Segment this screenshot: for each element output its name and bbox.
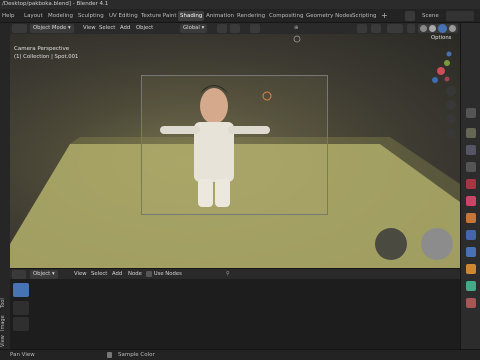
tab-scripting[interactable]: Scripting — [350, 11, 378, 21]
window-title-bar: /Desktop/pakboka.blend] - Blender 4.1 — [0, 0, 480, 9]
object-mode-label: Object Mode — [33, 25, 67, 31]
falloff-icon[interactable]: ⊕ — [294, 24, 298, 33]
tab-compositing[interactable]: Compositing — [267, 11, 305, 21]
sample-color-hint: Sample Color — [118, 352, 155, 358]
pivot-icon[interactable] — [217, 24, 227, 33]
proportional-edit-icon[interactable] — [250, 24, 260, 33]
view-menu[interactable]: View — [74, 270, 87, 279]
tab-sculpting[interactable]: Sculpting — [76, 11, 106, 21]
shader-node-canvas[interactable] — [10, 279, 460, 349]
select-tool-icon[interactable] — [13, 283, 29, 297]
transform-tool-icon[interactable] — [13, 317, 29, 331]
snap-icon[interactable] — [230, 24, 240, 33]
options-dropdown[interactable]: Options — [431, 35, 451, 41]
viewport-header: Object Mode ▾ View Select Add Object Glo… — [10, 23, 460, 34]
scene-icon[interactable] — [405, 11, 415, 21]
annotate-tool-icon[interactable] — [13, 301, 29, 315]
side-tab-image[interactable]: Image — [0, 315, 10, 331]
rendered-shading-icon[interactable] — [449, 25, 456, 32]
add-workspace-icon[interactable]: + — [379, 11, 390, 21]
view-menu[interactable]: View — [83, 24, 96, 33]
collection-info: (1) Collection | Spot.001 — [14, 54, 79, 60]
side-tab-tool[interactable]: Tool — [0, 296, 10, 310]
object-mode-dropdown[interactable]: Object Mode ▾ — [30, 24, 74, 33]
add-menu[interactable]: Add — [112, 270, 122, 279]
status-bar: Pan View Sample Color — [0, 349, 480, 360]
constraint-properties-icon[interactable] — [466, 264, 476, 274]
properties-tab-strip — [460, 23, 480, 360]
tool-properties-icon[interactable] — [466, 108, 476, 118]
tab-shading[interactable]: Shading — [178, 11, 205, 21]
camera-view-icon[interactable] — [446, 114, 456, 124]
use-nodes-toggle[interactable]: Use Nodes — [146, 270, 182, 279]
material-preview-icon[interactable] — [438, 24, 447, 33]
side-tab-view[interactable]: View — [0, 334, 10, 348]
node-editor-side-strip: Tool Image View — [0, 268, 10, 349]
zoom-icon[interactable] — [446, 86, 456, 96]
tab-uv-editing[interactable]: UV Editing — [107, 11, 140, 21]
shading-mode-group — [418, 24, 458, 33]
tab-texture-paint[interactable]: Texture Paint — [139, 11, 179, 21]
view-name: Camera Perspective — [14, 46, 70, 52]
node-menu[interactable]: Node — [128, 270, 142, 279]
help-menu[interactable]: Help — [0, 11, 17, 21]
3d-viewport[interactable]: Camera Perspective (1) Collection | Spot… — [10, 34, 460, 268]
output-properties-icon[interactable] — [466, 145, 476, 155]
material-preview-sphere — [421, 228, 453, 260]
hdri-preview-sphere — [375, 228, 407, 260]
pin-icon[interactable]: ⚲ — [226, 270, 230, 279]
object-menu[interactable]: Object — [136, 24, 153, 33]
tab-rendering[interactable]: Rendering — [235, 11, 267, 21]
pan-icon[interactable] — [446, 100, 456, 110]
mouse-icon — [107, 352, 112, 358]
object-properties-icon[interactable] — [466, 213, 476, 223]
view-layer-icon[interactable] — [466, 162, 476, 172]
world-properties-icon[interactable] — [466, 196, 476, 206]
xray-icon[interactable] — [407, 24, 415, 33]
add-menu[interactable]: Add — [120, 24, 130, 33]
render-properties-icon[interactable] — [466, 128, 476, 138]
editor-type-icon[interactable] — [12, 24, 27, 33]
scene-properties-icon[interactable] — [466, 179, 476, 189]
select-menu[interactable]: Select — [91, 270, 107, 279]
select-menu[interactable]: Select — [99, 24, 115, 33]
overlay-icon[interactable] — [387, 24, 403, 33]
window-title: /Desktop/pakboka.blend] - Blender 4.1 — [2, 1, 109, 7]
use-nodes-checkbox[interactable] — [146, 270, 152, 277]
editor-type-icon[interactable] — [12, 270, 26, 279]
tab-geometry-nodes[interactable]: Geometry Nodes — [304, 11, 354, 21]
navigation-gizmo[interactable] — [432, 51, 452, 84]
use-nodes-label: Use Nodes — [153, 271, 182, 277]
wireframe-shading-icon[interactable] — [420, 25, 427, 32]
solid-shading-icon[interactable] — [429, 25, 436, 32]
transform-orientation-label: Global — [183, 25, 200, 31]
left-tool-strip — [0, 23, 10, 268]
shader-editor-header: Object ▾ View Select Add Node Use Nodes … — [10, 268, 460, 279]
perspective-toggle-icon[interactable] — [446, 128, 456, 138]
scene-name[interactable]: Scene — [420, 11, 441, 21]
visibility-icon[interactable] — [357, 24, 367, 33]
tab-modeling[interactable]: Modeling — [46, 11, 75, 21]
origin-marker — [293, 35, 301, 43]
tab-layout[interactable]: Layout — [22, 11, 45, 21]
tab-animation[interactable]: Animation — [204, 11, 236, 21]
gizmo-icon[interactable] — [371, 24, 381, 33]
shader-type-dropdown[interactable]: Object ▾ — [30, 270, 58, 279]
scene-selector[interactable] — [446, 11, 474, 21]
camera-frame — [141, 75, 328, 215]
transform-orientation-dropdown[interactable]: Global ▾ — [180, 24, 208, 33]
material-properties-icon[interactable] — [466, 298, 476, 308]
workspace-bar: Help Layout Modeling Sculpting UV Editin… — [0, 9, 480, 23]
physics-properties-icon[interactable] — [466, 247, 476, 257]
data-properties-icon[interactable] — [466, 281, 476, 291]
pan-view-hint: Pan View — [10, 352, 35, 358]
modifier-properties-icon[interactable] — [466, 230, 476, 240]
shader-type-label: Object — [33, 271, 51, 277]
